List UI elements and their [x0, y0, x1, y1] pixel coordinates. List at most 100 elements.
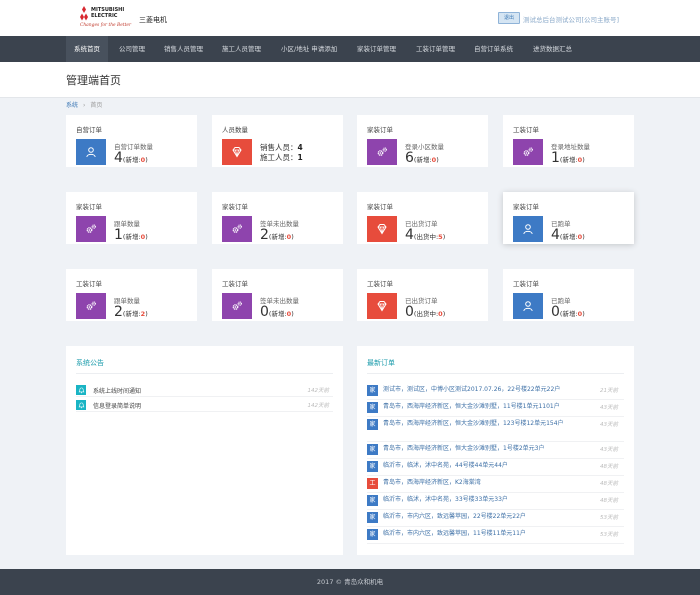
order-type-badge: 家	[367, 461, 378, 472]
card-category: 家装订单	[367, 126, 393, 134]
order-time: 48天前	[600, 464, 618, 470]
card-value: 2(新增:2)	[114, 304, 148, 320]
order-time: 48天前	[600, 498, 618, 504]
nav-item-project-orders[interactable]: 工装订单管理	[416, 36, 455, 62]
stat-card[interactable]: 工装订单 跟单数量 2(新增:2)	[66, 269, 197, 321]
stat-card[interactable]: 家装订单 跟单数量 1(新增:0)	[66, 192, 197, 244]
card-category: 人员数量	[222, 126, 248, 134]
order-type-badge: 家	[367, 529, 378, 540]
stat-card[interactable]: 人员数量 销售人员：4 施工人员：1	[212, 115, 343, 167]
stat-card[interactable]: 工装订单 已跑单 0(新增:0)	[503, 269, 634, 321]
order-address-link[interactable]: 临沂市，临沭，沭中名苑，33号楼33单元33户	[383, 496, 590, 504]
footer: 2017 © 青岛众和机电	[0, 569, 700, 595]
title-bar: 管理端首页	[0, 62, 700, 98]
stat-card[interactable]: 家装订单 登录小区数量 6(新增:0)	[357, 115, 488, 167]
card-category: 自营订单	[76, 126, 102, 134]
card-category: 家装订单	[513, 203, 539, 211]
nav-item-address-request[interactable]: 小区/地址 申请添加	[281, 36, 337, 62]
order-item[interactable]: 家青岛市，西海岸经济新区，恒大金沙滩别墅，1号楼2单元3户 43天前	[367, 443, 624, 459]
order-item[interactable]: 家临沂市，临沭，沭中名苑，33号楼33单元33户 48天前	[367, 494, 624, 510]
notice-item[interactable]: 信息登录简单说明 142天前	[76, 399, 333, 412]
stat-card[interactable]: 家装订单 签单未出数量 2(新增:0)	[212, 192, 343, 244]
card-value: 1(新增:0)	[114, 227, 148, 243]
card-category: 工装订单	[513, 126, 539, 134]
order-type-badge: 家	[367, 419, 378, 430]
card-value: 4(新增:0)	[114, 150, 148, 166]
order-address-link[interactable]: 青岛市，西海岸经济新区，恒大金沙滩别墅，123号楼12单元154户	[383, 420, 590, 428]
orders-panel-title: 最新订单	[367, 359, 395, 367]
stat-card[interactable]: 工装订单 已出货订单 0(出货中:0)	[357, 269, 488, 321]
logout-button[interactable]: 退出	[498, 12, 520, 24]
notice-panel: 系统公告 系统上线时间通知 142天前 信息登录简单说明 142天前	[66, 346, 343, 555]
stat-card[interactable]: 工装订单 登录地址数量 1(新增:0)	[503, 115, 634, 167]
gem-icon	[367, 293, 397, 319]
order-item[interactable]: 家青岛市，西海岸经济新区，恒大金沙滩别墅，123号楼12单元154户 43天前	[367, 418, 624, 442]
gears-icon	[513, 139, 543, 165]
header: MITSUBISHI ELECTRIC Changes for the Bett…	[0, 0, 700, 36]
order-address-link[interactable]: 临沂市，市内六区，致远馨苹园，22号楼22单元22户	[383, 513, 590, 521]
card-category: 工装订单	[76, 280, 102, 288]
order-time: 53天前	[600, 532, 618, 538]
nav-item-company[interactable]: 公司管理	[119, 36, 145, 62]
gem-icon	[367, 216, 397, 242]
card-value: 1(新增:0)	[551, 150, 585, 166]
user-icon	[513, 216, 543, 242]
notice-time: 142天前	[307, 403, 330, 409]
order-item[interactable]: 工青岛市，西海岸经济新区，K2海棠湾 48天前	[367, 477, 624, 493]
breadcrumb-home-link[interactable]: 系统	[66, 102, 78, 109]
gem-icon	[222, 139, 252, 165]
order-type-badge: 家	[367, 444, 378, 455]
logo-text-line2: ELECTRIC	[91, 13, 118, 19]
gears-icon	[76, 216, 106, 242]
gears-icon	[222, 216, 252, 242]
order-item[interactable]: 家青岛市，西海岸经济新区，恒大金沙滩别墅，11号楼1单元1101户 43天前	[367, 401, 624, 417]
order-address-link[interactable]: 青岛市，西海岸经济新区，恒大金沙滩别墅，1号楼2单元3户	[383, 445, 590, 453]
notice-item[interactable]: 系统上线时间通知 142天前	[76, 384, 333, 397]
current-user-label[interactable]: 测试总后台测试公司[公司主账号]	[523, 14, 619, 24]
bell-icon	[76, 400, 86, 410]
card-value: 0(新增:0)	[260, 304, 294, 320]
mitsubishi-logo[interactable]: MITSUBISHI ELECTRIC Changes for the Bett…	[78, 6, 133, 32]
nav-item-workers[interactable]: 施工人员管理	[222, 36, 261, 62]
card-value: 2(新增:0)	[260, 227, 294, 243]
order-address-link[interactable]: 临沂市，市内六区，致远馨苹园，11号楼11单元11户	[383, 530, 590, 538]
gears-icon	[76, 293, 106, 319]
nav-item-self-orders[interactable]: 自营订单系统	[474, 36, 513, 62]
stat-card[interactable]: 工装订单 签单未出数量 0(新增:0)	[212, 269, 343, 321]
order-address-link[interactable]: 青岛市，西海岸经济新区，恒大金沙滩别墅，11号楼1单元1101户	[383, 403, 590, 411]
stat-card[interactable]: 自营订单 自营订单数量 4(新增:0)	[66, 115, 197, 167]
order-time: 43天前	[600, 405, 618, 411]
order-item[interactable]: 家测试市，测试区，中博小区测试2017.07.26，22号楼22单元22户 21天…	[367, 384, 624, 400]
card-category: 工装订单	[513, 280, 539, 288]
card-category: 家装订单	[76, 203, 102, 211]
gears-icon	[367, 139, 397, 165]
notice-text: 系统上线时间通知	[93, 388, 142, 395]
order-address-link[interactable]: 临沂市，临沭，沭中名苑，44号楼44单元44户	[383, 462, 590, 470]
card-value: 4(出货中:5)	[405, 227, 446, 243]
gears-icon	[222, 293, 252, 319]
latest-orders-panel: 最新订单 家测试市，测试区，中博小区测试2017.07.26，22号楼22单元2…	[357, 346, 634, 555]
card-value: 4(新增:0)	[551, 227, 585, 243]
order-type-badge: 工	[367, 478, 378, 489]
stat-card[interactable]: 家装订单 已出货订单 4(出货中:5)	[357, 192, 488, 244]
breadcrumb: 系统 › 首页	[66, 100, 102, 109]
order-item[interactable]: 家临沂市，市内六区，致远馨苹园，11号楼11单元11户 53天前	[367, 528, 624, 544]
card-category: 家装订单	[367, 203, 393, 211]
notice-text: 信息登录简单说明	[93, 403, 142, 410]
order-item[interactable]: 家临沂市，临沭，沭中名苑，44号楼44单元44户 48天前	[367, 460, 624, 476]
order-type-badge: 家	[367, 495, 378, 506]
nav-item-home-orders[interactable]: 家装订单管理	[357, 36, 396, 62]
page-title: 管理端首页	[66, 74, 121, 87]
nav-item-purchase-summary[interactable]: 进货数据汇总	[533, 36, 572, 62]
order-address-link[interactable]: 测试市，测试区，中博小区测试2017.07.26，22号楼22单元22户	[383, 386, 590, 394]
stat-card[interactable]: 家装订单 已跑单 4(新增:0)	[503, 192, 634, 244]
card-category: 工装订单	[222, 280, 248, 288]
nav-item-home[interactable]: 系统首页	[66, 36, 108, 62]
notice-panel-title: 系统公告	[76, 359, 104, 367]
card-value: 0(新增:0)	[551, 304, 585, 320]
order-item[interactable]: 家临沂市，市内六区，致远馨苹园，22号楼22单元22户 53天前	[367, 511, 624, 527]
brand-name: 三菱电机	[139, 16, 167, 24]
card-value: 6(新增:0)	[405, 150, 439, 166]
nav-item-sales[interactable]: 销售人员管理	[164, 36, 203, 62]
order-address-link[interactable]: 青岛市，西海岸经济新区，K2海棠湾	[383, 479, 590, 487]
